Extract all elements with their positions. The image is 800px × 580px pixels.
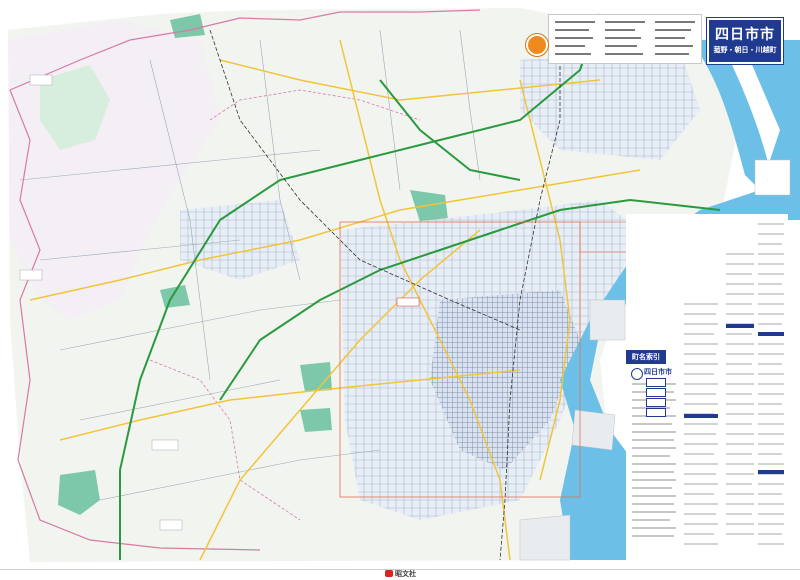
publisher-name: 昭文社 bbox=[395, 570, 416, 578]
index-section-header bbox=[684, 414, 718, 418]
map-subtitle: 菰野・朝日・川越町 bbox=[713, 46, 777, 54]
legend-line bbox=[655, 37, 685, 39]
index-badge bbox=[646, 398, 666, 407]
publisher-mark-icon bbox=[385, 570, 393, 577]
map-legend bbox=[548, 14, 702, 64]
small-label-block bbox=[29, 74, 53, 86]
legend-line bbox=[655, 45, 693, 47]
publisher-logo-icon bbox=[526, 34, 548, 56]
legend-line bbox=[555, 45, 585, 47]
map-frame[interactable]: 四日市市 菰野・朝日・川越町 町名索引 四日市市 昭文社 bbox=[0, 0, 800, 580]
forest-zone bbox=[300, 408, 332, 432]
legend-line bbox=[605, 45, 637, 47]
map-title-box: 四日市市 菰野・朝日・川越町 bbox=[707, 18, 783, 64]
index-city-name: 四日市市 bbox=[644, 368, 672, 376]
legend-line bbox=[605, 29, 635, 31]
small-label-block bbox=[159, 519, 183, 531]
index-section-header bbox=[758, 470, 784, 474]
forest-zone bbox=[300, 362, 332, 392]
legend-line bbox=[555, 29, 589, 31]
index-badge bbox=[646, 388, 666, 397]
legend-line bbox=[605, 21, 645, 23]
port-area bbox=[754, 159, 791, 196]
legend-line bbox=[655, 53, 689, 55]
legend-line bbox=[555, 53, 591, 55]
small-label-block bbox=[19, 269, 43, 281]
legend-line bbox=[655, 29, 691, 31]
index-title: 町名索引 bbox=[626, 350, 666, 364]
legend-line bbox=[555, 37, 593, 39]
legend-line bbox=[555, 21, 595, 23]
index-section-header bbox=[758, 332, 784, 336]
index-section-header bbox=[726, 324, 754, 328]
map-title: 四日市市 bbox=[715, 27, 775, 43]
index-badge bbox=[646, 378, 666, 387]
legend-line bbox=[655, 21, 695, 23]
legend-line bbox=[605, 37, 641, 39]
small-label-block bbox=[151, 439, 179, 451]
port-area bbox=[571, 409, 616, 451]
legend-line bbox=[605, 53, 643, 55]
port-area bbox=[589, 299, 626, 341]
port-area bbox=[519, 514, 571, 561]
index-badge bbox=[646, 408, 666, 417]
small-label-block bbox=[396, 297, 420, 307]
city-seal-icon bbox=[631, 368, 643, 380]
